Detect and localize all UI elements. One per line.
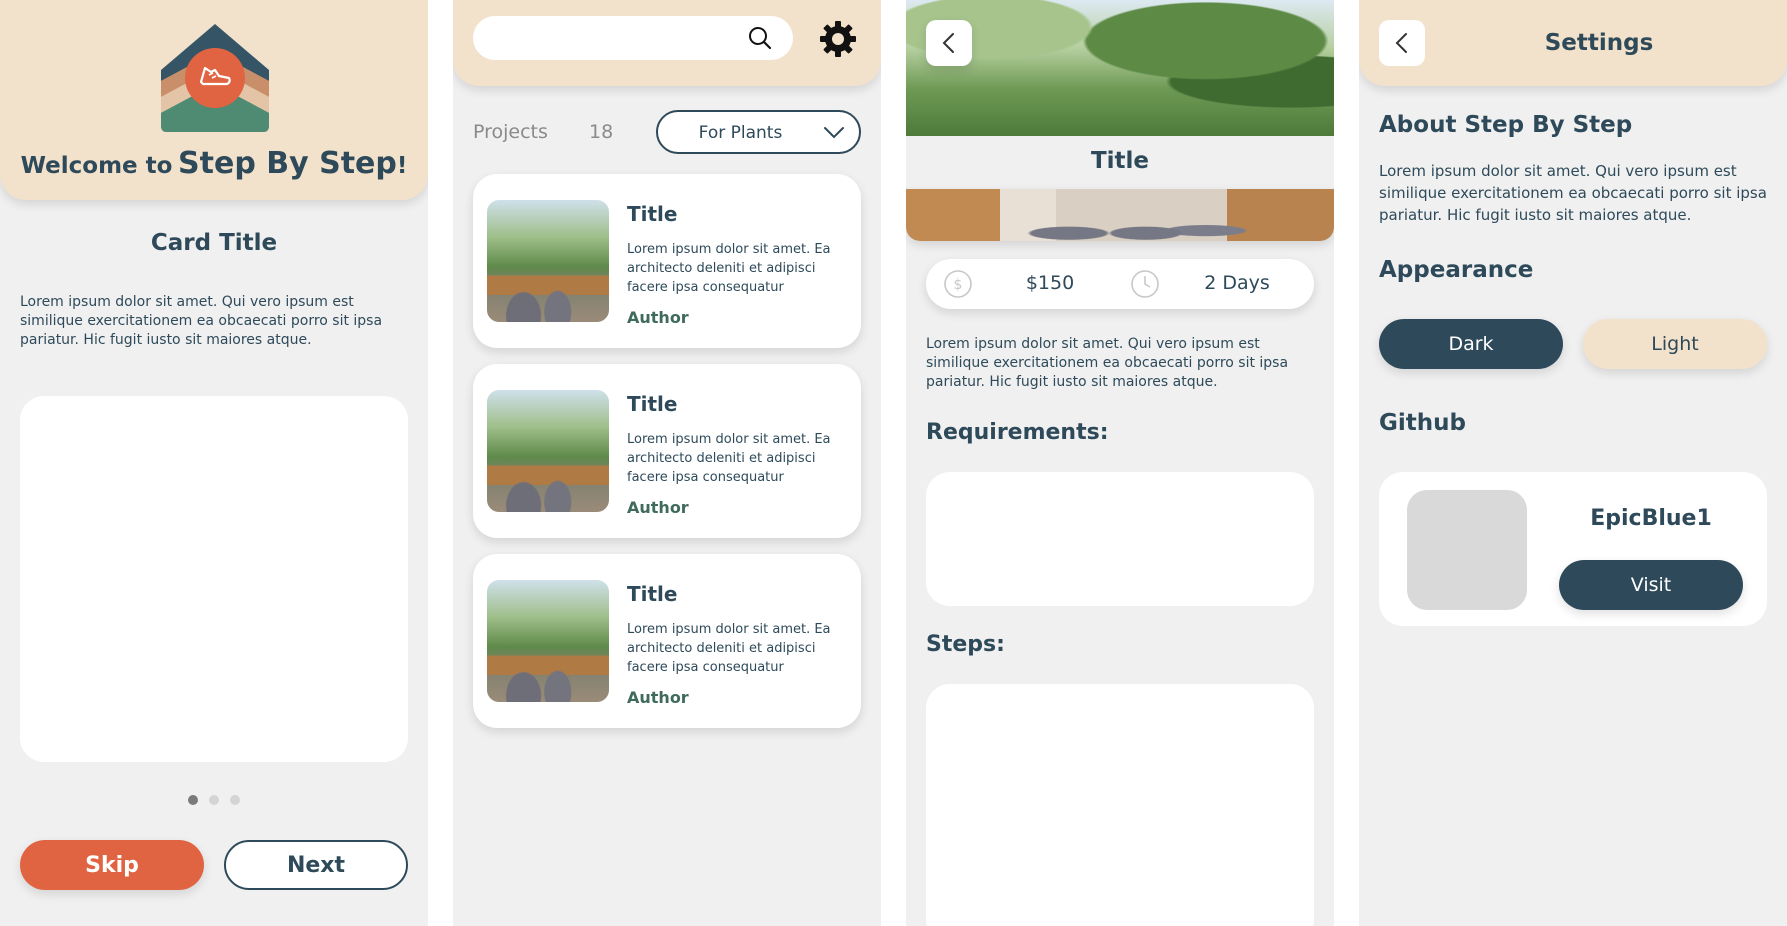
duration-value: 2 Days bbox=[1204, 272, 1270, 294]
settings-title: Settings bbox=[1544, 30, 1654, 56]
pager-dot-2[interactable] bbox=[209, 795, 219, 805]
github-username: EpicBlue1 bbox=[1590, 506, 1712, 531]
project-card-3[interactable]: Title Lorem ipsum dolor sit amet. Ea arc… bbox=[473, 554, 861, 728]
search-icon[interactable] bbox=[747, 25, 773, 51]
project-description: Lorem ipsum dolor sit amet. Ea architect… bbox=[627, 432, 831, 485]
welcome-title-suffix: ! bbox=[396, 153, 408, 179]
project-description: Lorem ipsum dolor sit amet. Ea architect… bbox=[627, 242, 831, 295]
projects-screen: Projects 18 For Plants Title Lorem ipsum… bbox=[453, 0, 881, 926]
project-title: Title bbox=[627, 582, 678, 606]
price-value: $150 bbox=[1025, 272, 1075, 294]
pager-dots[interactable] bbox=[0, 795, 428, 807]
gear-icon[interactable] bbox=[817, 18, 859, 60]
welcome-title: Welcome to Step By Step! bbox=[0, 146, 428, 181]
github-card: EpicBlue1 Visit bbox=[1379, 472, 1767, 626]
github-heading: Github bbox=[1379, 410, 1466, 436]
welcome-description: Lorem ipsum dolor sit amet. Qui vero ips… bbox=[20, 294, 383, 348]
card-title: Card Title bbox=[150, 230, 278, 256]
welcome-screen: Welcome to Step By Step! Card Title Lore… bbox=[0, 0, 428, 926]
pager-dot-1[interactable] bbox=[188, 795, 198, 805]
project-description: Lorem ipsum dolor sit amet. Ea architect… bbox=[627, 622, 831, 675]
chevron-down-icon bbox=[824, 127, 844, 139]
welcome-header: Welcome to Step By Step! bbox=[0, 0, 428, 200]
projects-count: 18 bbox=[589, 121, 614, 143]
project-card-1[interactable]: Title Lorem ipsum dolor sit amet. Ea arc… bbox=[473, 174, 861, 348]
sneaker-icon bbox=[199, 66, 231, 86]
requirements-card bbox=[926, 472, 1314, 606]
visit-button[interactable]: Visit bbox=[1559, 560, 1743, 610]
clock-icon bbox=[1131, 270, 1159, 298]
dark-mode-button[interactable]: Dark bbox=[1379, 319, 1563, 369]
project-title: Title bbox=[627, 202, 678, 226]
filter-selected: For Plants bbox=[698, 123, 783, 143]
detail-description: Lorem ipsum dolor sit amet. Qui vero ips… bbox=[926, 336, 1289, 390]
project-thumbnail bbox=[487, 580, 609, 702]
search-field[interactable] bbox=[489, 26, 739, 50]
dollar-icon: $ bbox=[944, 270, 972, 298]
project-author: Author bbox=[627, 498, 689, 517]
svg-text:$: $ bbox=[954, 277, 963, 293]
next-button[interactable]: Next bbox=[224, 840, 408, 890]
back-button[interactable] bbox=[1379, 20, 1425, 66]
skip-button[interactable]: Skip bbox=[20, 840, 204, 890]
chevron-left-icon bbox=[942, 33, 954, 53]
appearance-heading: Appearance bbox=[1379, 257, 1534, 283]
project-thumbnail bbox=[487, 200, 609, 322]
project-detail-screen: Title $ $150 2 Days Lorem ipsum dolor si… bbox=[906, 0, 1334, 926]
requirements-heading: Requirements: bbox=[926, 420, 1109, 445]
detail-image-strip bbox=[906, 189, 1334, 241]
settings-header: Settings bbox=[1359, 0, 1787, 86]
pager-dot-3[interactable] bbox=[230, 795, 240, 805]
welcome-title-prefix: Welcome to bbox=[20, 153, 173, 179]
chevron-left-icon bbox=[1395, 33, 1407, 53]
detail-title: Title bbox=[1090, 148, 1150, 174]
project-card-2[interactable]: Title Lorem ipsum dolor sit amet. Ea arc… bbox=[473, 364, 861, 538]
settings-screen: Settings About Step By Step Lorem ipsum … bbox=[1359, 0, 1787, 926]
app-logo bbox=[159, 22, 271, 132]
about-text: Lorem ipsum dolor sit amet. Qui vero ips… bbox=[1379, 162, 1767, 224]
steps-card bbox=[926, 684, 1314, 926]
price-duration-bar: $ $150 2 Days bbox=[926, 259, 1314, 309]
steps-heading: Steps: bbox=[926, 632, 1005, 657]
avatar bbox=[1407, 490, 1527, 610]
onboarding-card bbox=[20, 396, 408, 762]
hero-image bbox=[906, 0, 1334, 136]
project-thumbnail bbox=[487, 390, 609, 512]
project-author: Author bbox=[627, 688, 689, 707]
projects-header bbox=[453, 0, 881, 86]
filter-select[interactable]: For Plants bbox=[656, 110, 861, 154]
light-mode-button[interactable]: Light bbox=[1583, 319, 1767, 369]
about-heading: About Step By Step bbox=[1379, 112, 1633, 138]
welcome-title-brand: Step By Step bbox=[178, 146, 397, 181]
back-button[interactable] bbox=[926, 20, 972, 66]
project-author: Author bbox=[627, 308, 689, 327]
project-title: Title bbox=[627, 392, 678, 416]
search-input[interactable] bbox=[473, 16, 793, 60]
projects-label: Projects bbox=[473, 121, 548, 143]
